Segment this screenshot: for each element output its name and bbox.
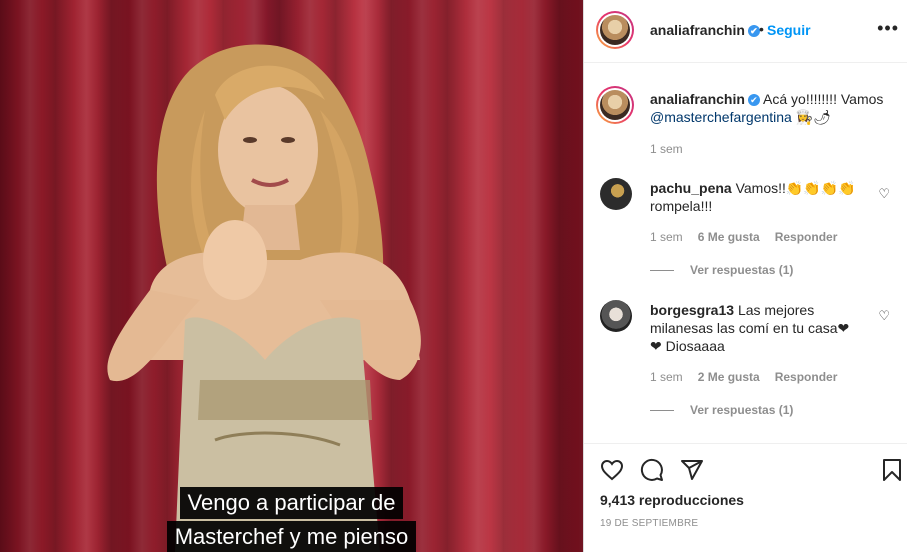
follow-button[interactable]: Seguir (767, 22, 811, 38)
caption-username[interactable]: analiafranchin (650, 91, 745, 107)
post-date[interactable]: 19 DE SEPTIEMBRE (600, 518, 698, 529)
comments-scroll-area[interactable]: analiafranchin ✔ Acá yo!!!!!!!! Vamos @ma… (584, 62, 907, 442)
mention-link[interactable]: @masterchefargentina (650, 109, 792, 125)
subtitle-line-2: Masterchef y me pienso (0, 521, 583, 552)
subtitle-line-1: Vengo a participar de (0, 487, 583, 519)
video-frame-person (107, 44, 421, 552)
comment-likes[interactable]: 6 Me gusta (698, 230, 760, 244)
view-replies-button[interactable]: Ver respuestas (1) (650, 403, 793, 417)
view-replies-button[interactable]: Ver respuestas (1) (650, 263, 793, 277)
reply-button[interactable]: Responder (775, 370, 838, 384)
verified-icon: ✔ (747, 94, 760, 107)
caption-time: 1 sem (650, 142, 683, 156)
heart-icon[interactable] (600, 458, 624, 482)
separator-dot: • (759, 21, 764, 37)
caption-emoji: 👩‍🍳🌶 (795, 109, 831, 125)
comment-like-icon[interactable]: ♡ (878, 308, 890, 324)
comment-meta: 1 sem 2 Me gusta Responder (650, 370, 838, 384)
comment-likes[interactable]: 2 Me gusta (698, 370, 760, 384)
commenter-username[interactable]: pachu_pena (650, 180, 732, 196)
post-caption: analiafranchin ✔ Acá yo!!!!!!!! Vamos @ma… (650, 91, 884, 125)
video-player[interactable]: Vengo a participar de Masterchef y me pi… (0, 0, 583, 552)
commenter-username[interactable]: borgesgra13 (650, 302, 734, 318)
share-icon[interactable] (680, 458, 704, 482)
comment-like-icon[interactable]: ♡ (878, 186, 890, 202)
reply-button[interactable]: Responder (775, 230, 838, 244)
author-username[interactable]: analiafranchin ✔ (650, 22, 760, 38)
post-actions-bar: 9,413 reproducciones 19 DE SEPTIEMBRE (584, 443, 907, 553)
caption-author-avatar[interactable] (596, 86, 634, 124)
more-options-icon[interactable]: ••• (877, 18, 899, 39)
view-count[interactable]: 9,413 reproducciones (600, 492, 744, 508)
comment-icon[interactable] (640, 458, 664, 482)
author-avatar[interactable] (596, 11, 634, 49)
comment-meta: 1 sem 6 Me gusta Responder (650, 230, 838, 244)
bookmark-icon[interactable] (880, 458, 904, 482)
post-side-panel: analiafranchin ✔ • Seguir ••• analiafranc… (583, 0, 907, 552)
comment-text: borgesgra13 Las mejores milanesas las co… (650, 302, 850, 354)
comment-text: pachu_pena Vamos!!👏👏👏👏 rompela!!! (650, 180, 856, 214)
post-header: analiafranchin ✔ • Seguir ••• (584, 0, 907, 63)
commenter-avatar[interactable] (600, 178, 632, 210)
commenter-avatar[interactable] (600, 300, 632, 332)
